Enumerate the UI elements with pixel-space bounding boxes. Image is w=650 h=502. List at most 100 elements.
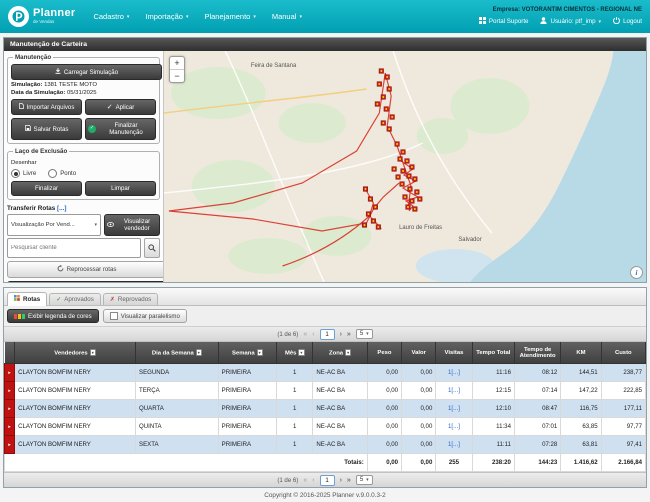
nav-cadastro[interactable]: Cadastro▾ — [93, 12, 129, 21]
table-row[interactable]: ▸CLAYTON BOMFIM NERYSEGUNDAPRIMEIRA1NE-A… — [5, 364, 646, 382]
nav-planejamento[interactable]: Planejamento▾ — [204, 12, 255, 21]
next-page-button[interactable]: › — [340, 331, 342, 338]
map-marker-dot — [399, 158, 401, 160]
map-attribution-icon[interactable]: i — [630, 266, 643, 279]
column-header-mes[interactable]: Mês▾ — [277, 342, 313, 364]
cell-vendedor: CLAYTON BOMFIM NERY — [15, 436, 136, 454]
column-header-dia-da-semana[interactable]: Dia da Semana▾ — [136, 342, 219, 364]
row-expand-handle[interactable]: ▸ — [5, 418, 15, 436]
search-button[interactable] — [144, 238, 160, 258]
table-row[interactable]: ▸CLAYTON BOMFIM NERYSEXTAPRIMEIRA1NE-AC … — [5, 436, 646, 454]
cell-vendedor: CLAYTON BOMFIM NERY — [15, 382, 136, 400]
page-size-select[interactable]: 5▾ — [356, 475, 373, 485]
aplicar-button[interactable]: ✓ Aplicar — [85, 99, 156, 115]
cell-zona: NE-AC BA — [313, 364, 367, 382]
map-marker-dot — [364, 224, 366, 226]
table-row[interactable]: ▸CLAYTON BOMFIM NERYQUINTAPRIMEIRA1NE-AC… — [5, 418, 646, 436]
row-expand-handle[interactable]: ▸ — [5, 436, 15, 454]
cell-visitas-link[interactable]: 1[...] — [436, 436, 472, 454]
current-page-input[interactable]: 1 — [320, 475, 335, 486]
salvar-rotas-button[interactable]: Salvar Rotas — [11, 118, 82, 140]
map-marker-dot — [416, 191, 418, 193]
table-row[interactable]: ▸CLAYTON BOMFIM NERYTERÇAPRIMEIRA1NE-AC … — [5, 382, 646, 400]
page-size-select[interactable]: 5▾ — [356, 329, 373, 339]
cell-tempo-total: 12:15 — [472, 382, 514, 400]
importar-arquivos-button[interactable]: Importar Arquivos — [11, 99, 82, 115]
cell-zona: NE-AC BA — [313, 400, 367, 418]
column-filter-dropdown-icon[interactable]: ▾ — [90, 349, 96, 356]
cell-visitas-link[interactable]: 1[...] — [436, 400, 472, 418]
pager-info: (1 de 6) — [277, 331, 298, 338]
prev-page-button[interactable]: ‹ — [312, 331, 314, 338]
logout-button[interactable]: Logout — [613, 17, 642, 26]
cell-mes: 1 — [277, 418, 313, 436]
first-page-button[interactable]: « — [303, 331, 307, 338]
cell-custo: 97,41 — [601, 436, 645, 454]
cell-zona: NE-AC BA — [313, 436, 367, 454]
tab-aprovados[interactable]: ✓ Aprovados — [49, 293, 101, 305]
reprocessar-rotas-button[interactable]: Reprocessar rotas — [7, 261, 164, 278]
visualizacao-select[interactable]: Visualização Por Vend... ▾ — [7, 214, 101, 236]
nav-manual[interactable]: Manual▾ — [272, 12, 302, 21]
cell-valor: 0,00 — [402, 436, 436, 454]
limpar-laco-label: Limpar — [111, 185, 130, 192]
tab-rotas[interactable]: Rotas — [7, 292, 47, 306]
cell-semana: PRIMEIRA — [218, 382, 276, 400]
main-nav: Cadastro▾ Importação▾ Planejamento▾ Manu… — [93, 12, 302, 21]
column-filter-dropdown-icon[interactable]: ▾ — [298, 349, 304, 356]
finalizar-laco-button[interactable]: Finalizar — [11, 181, 82, 196]
next-page-button[interactable]: › — [340, 477, 342, 484]
portal-suporte-link[interactable]: Portal Suporte — [479, 17, 529, 26]
visualizar-paralelismo-button[interactable]: Visualizar paralelismo — [103, 309, 187, 323]
cell-km: 116,75 — [561, 400, 601, 418]
prev-page-button[interactable]: ‹ — [312, 477, 314, 484]
map-marker-dot — [401, 183, 403, 185]
enviar-notificacoes-button[interactable]: Enviar Notificações — [7, 281, 164, 282]
zoom-out-button[interactable]: − — [170, 70, 184, 82]
column-filter-dropdown-icon[interactable]: ▾ — [345, 349, 351, 356]
column-filter-dropdown-icon[interactable]: ▾ — [257, 349, 263, 356]
eye-icon — [107, 222, 114, 229]
map-view[interactable]: Feira de Santana Salvador Lauro de Freit… — [164, 51, 646, 282]
table-row[interactable]: ▸CLAYTON BOMFIM NERYQUARTAPRIMEIRA1NE-AC… — [5, 400, 646, 418]
search-client-input[interactable] — [7, 238, 141, 258]
current-page-input[interactable]: 1 — [320, 329, 335, 340]
visualizar-vendedor-button[interactable]: Visualizar vendedor — [104, 214, 160, 236]
cell-tempo-total: 11:34 — [472, 418, 514, 436]
transferir-rotas-link[interactable]: [...] — [57, 205, 66, 212]
power-icon — [613, 17, 620, 26]
cell-visitas-link[interactable]: 1[...] — [436, 382, 472, 400]
column-header-vendedores[interactable]: Vendedores▾ — [15, 342, 136, 364]
zoom-in-button[interactable]: + — [170, 57, 184, 70]
row-expand-handle[interactable]: ▸ — [5, 364, 15, 382]
row-expand-handle[interactable]: ▸ — [5, 400, 15, 418]
chevron-down-icon: ▾ — [253, 14, 256, 20]
tab-reprovados[interactable]: ✗ Reprovados — [103, 293, 158, 305]
cell-peso: 0,00 — [367, 364, 401, 382]
map-marker-dot — [382, 122, 384, 124]
map-marker-dot — [414, 178, 416, 180]
exibir-legenda-button[interactable]: Exibir legenda de cores — [7, 309, 99, 323]
tab-aprovados-label: Aprovados — [64, 296, 94, 303]
nav-importacao[interactable]: Importação▾ — [145, 12, 188, 21]
map-marker-dot — [365, 188, 367, 190]
column-filter-dropdown-icon[interactable]: ▾ — [196, 349, 202, 356]
column-header-zona[interactable]: Zona▾ — [313, 342, 367, 364]
cell-visitas-link[interactable]: 1[...] — [436, 418, 472, 436]
carregar-simulacao-button[interactable]: Carregar Simulação — [11, 64, 162, 80]
map-marker-dot — [385, 108, 387, 110]
cell-visitas-link[interactable]: 1[...] — [436, 364, 472, 382]
total-tempo-atendimento: 144:23 — [514, 454, 560, 472]
column-header-semana[interactable]: Semana▾ — [218, 342, 276, 364]
limpar-laco-button[interactable]: Limpar — [85, 181, 156, 196]
tab-rotas-label: Rotas — [23, 296, 40, 303]
first-page-button[interactable]: « — [303, 477, 307, 484]
finalizar-manutencao-button[interactable]: ✓ Finalizar Manutenção — [85, 118, 156, 140]
row-expand-handle[interactable]: ▸ — [5, 382, 15, 400]
last-page-button[interactable]: » — [347, 477, 351, 484]
radio-ponto[interactable]: Ponto — [48, 169, 76, 178]
app-logo[interactable]: Planner de Vendas — [8, 6, 75, 27]
last-page-button[interactable]: » — [347, 331, 351, 338]
radio-livre[interactable]: Livre — [11, 169, 36, 178]
user-menu[interactable]: Usuário: ptf_imp ▾ — [540, 17, 601, 26]
